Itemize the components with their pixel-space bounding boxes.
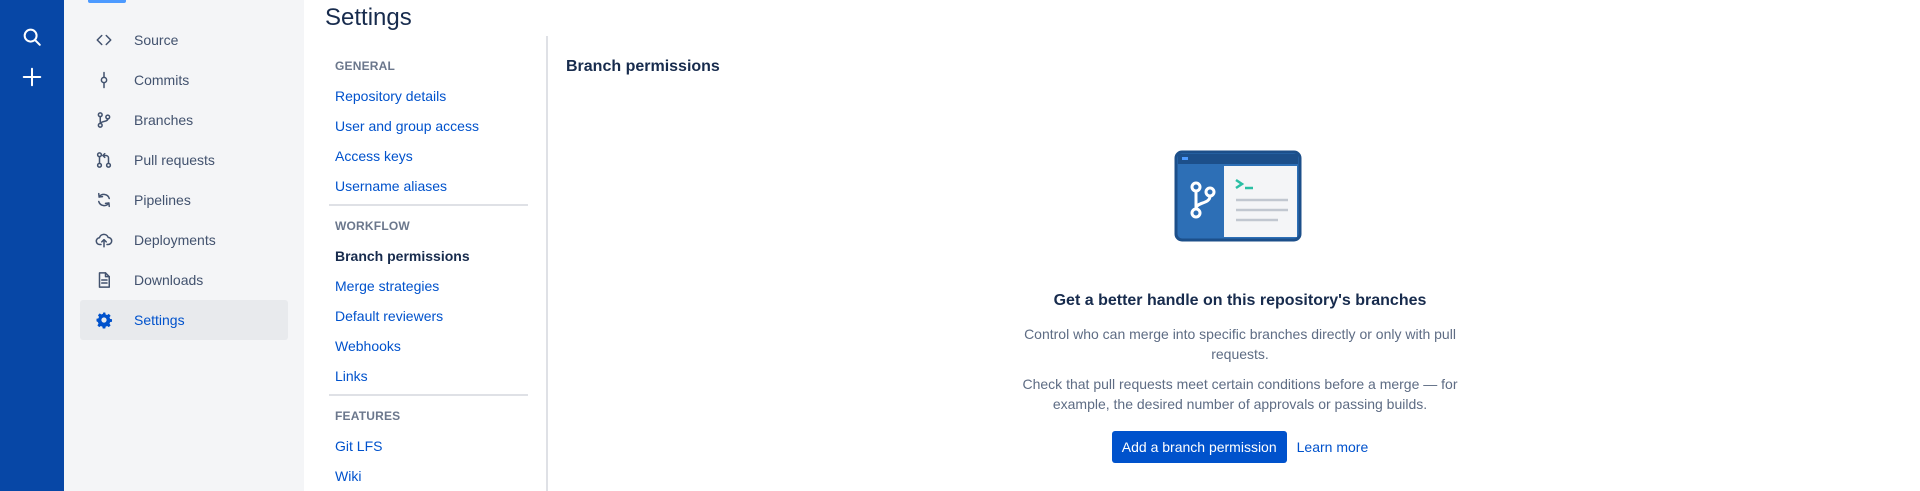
empty-state-actions: Add a branch permission Learn more (1010, 431, 1470, 463)
settings-nav-link-merge-strategies[interactable]: Merge strategies (335, 278, 439, 294)
learn-more-link[interactable]: Learn more (1297, 439, 1369, 455)
settings-nav-link-username-aliases[interactable]: Username aliases (335, 178, 447, 194)
settings-nav-heading-features: FEATURES (335, 409, 401, 423)
settings-nav-link-git-lfs[interactable]: Git LFS (335, 438, 382, 454)
sidebar-item-label: Deployments (134, 232, 216, 248)
settings-nav-link-default-reviewers[interactable]: Default reviewers (335, 308, 443, 324)
sidebar-item-label: Settings (134, 312, 185, 328)
gear-icon (92, 308, 116, 332)
settings-nav-link-wiki[interactable]: Wiki (335, 468, 361, 484)
source-code-icon (92, 28, 116, 52)
sidebar-item-pipelines[interactable]: Pipelines (80, 180, 288, 220)
settings-nav-link-links[interactable]: Links (335, 368, 368, 384)
pipelines-icon (92, 188, 116, 212)
sidebar-top-indicator (88, 0, 126, 3)
add-branch-permission-button[interactable]: Add a branch permission (1111, 431, 1287, 463)
page-title: Settings (325, 4, 412, 31)
sidebar-item-commits[interactable]: Commits (80, 60, 288, 100)
repo-sidebar: Source Commits Branches Pull requests Pi… (64, 0, 304, 491)
sidebar-item-deployments[interactable]: Deployments (80, 220, 288, 260)
global-nav (0, 0, 64, 491)
empty-state-description: Check that pull requests meet certain co… (1022, 376, 1458, 412)
settings-nav-divider (329, 394, 528, 396)
plus-icon[interactable] (20, 65, 44, 89)
search-icon[interactable] (20, 25, 44, 49)
sidebar-item-label: Pull requests (134, 152, 215, 168)
empty-state-description: Control who can merge into specific bran… (1024, 326, 1456, 362)
settings-nav-link-access-keys[interactable]: Access keys (335, 148, 413, 164)
cloud-upload-icon (92, 228, 116, 252)
section-title: Branch permissions (566, 58, 720, 75)
settings-nav-link-branch-permissions[interactable]: Branch permissions (335, 248, 470, 264)
branch-window-illustration (1174, 150, 1302, 242)
empty-state-heading: Get a better handle on this repository's… (1053, 292, 1427, 309)
sidebar-item-label: Source (134, 32, 179, 48)
settings-nav-heading-general: GENERAL (335, 59, 396, 73)
settings-nav-link-user-group-access[interactable]: User and group access (335, 118, 479, 134)
branch-icon (92, 108, 116, 132)
document-icon (92, 268, 116, 292)
sidebar-item-settings[interactable]: Settings (80, 300, 288, 340)
sidebar-item-label: Downloads (134, 272, 204, 288)
sidebar-item-label: Pipelines (134, 192, 191, 208)
sidebar-item-pull-requests[interactable]: Pull requests (80, 140, 288, 180)
settings-nav: GENERAL Repository details User and grou… (325, 36, 548, 491)
settings-nav-divider (329, 204, 528, 206)
sidebar-item-label: Branches (134, 112, 194, 128)
settings-nav-link-webhooks[interactable]: Webhooks (335, 338, 401, 354)
sidebar-item-source[interactable]: Source (80, 20, 288, 60)
settings-nav-heading-workflow: WORKFLOW (335, 219, 410, 233)
pull-request-icon (92, 148, 116, 172)
sidebar-item-label: Commits (134, 72, 190, 88)
sidebar-item-downloads[interactable]: Downloads (80, 260, 288, 300)
sidebar-item-branches[interactable]: Branches (80, 100, 288, 140)
commit-icon (92, 68, 116, 92)
settings-nav-link-repository-details[interactable]: Repository details (335, 88, 446, 104)
